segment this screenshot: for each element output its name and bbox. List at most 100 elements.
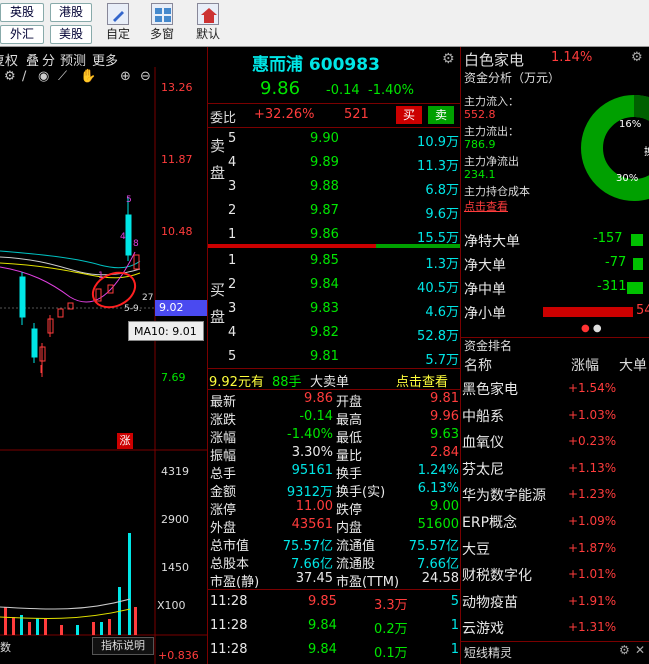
cost-link[interactable]: 点击查看 <box>464 198 508 214</box>
rank-title: 资金排名 <box>464 339 513 353</box>
rank-pct: +1.87% <box>568 540 617 555</box>
rank-row[interactable]: 云游戏 +1.31% <box>461 614 649 641</box>
tick-time: 11:28 <box>210 594 248 609</box>
btn-forex[interactable]: 外汇 <box>0 25 44 44</box>
ask-row[interactable]: 5 9.90 10.9万 <box>226 127 460 151</box>
rank-row[interactable]: 华为数字能源 +1.23% <box>461 481 649 508</box>
btn-us-stock[interactable]: 美股 <box>50 25 92 44</box>
rank-row[interactable]: 黑色家电 +1.54% <box>461 375 649 402</box>
indicator-help-button[interactable]: 指标说明 <box>92 637 154 655</box>
flow-bar <box>627 282 643 294</box>
stat-value: 1.24% <box>417 463 459 478</box>
donut-label-b: 30% <box>616 173 639 184</box>
stat-value: 9.00 <box>430 499 459 514</box>
stat-value: 51600 <box>417 517 459 532</box>
flow-label: 净大单 <box>464 258 506 274</box>
btn-hk-stock[interactable]: 港股 <box>50 3 92 22</box>
rank-row[interactable]: 芬太尼 +1.13% <box>461 455 649 482</box>
tool-default[interactable]: 默认 <box>188 3 228 42</box>
bid-list: 1 9.85 1.3万 2 9.84 40.5万 3 9.83 4.6万 4 9.82 52.8… <box>226 249 460 369</box>
chart-annot-27: 27 <box>142 293 154 303</box>
axis-label-min: 7.69 <box>161 371 186 384</box>
bid-row[interactable]: 1 9.85 1.3万 <box>226 249 460 273</box>
rank-pct: +1.54% <box>568 381 617 395</box>
quote-panel: 惠而浦 600983 ⚙ 9.86 -0.14 -1.40% 委比 +32.26… <box>208 47 461 664</box>
rank-list: 黑色家电 +1.54% 中船系 +1.03% 血氧仪 +0.23% 芬太尼 +1.13%… <box>461 375 649 641</box>
flow-row: 净中单 -311 <box>461 275 649 299</box>
cost-label: 主力持仓成本 <box>464 185 530 198</box>
tick-count: 1 <box>450 642 459 657</box>
flow-bar <box>633 258 643 270</box>
ask-list: 5 9.90 10.9万 4 9.89 11.3万 3 9.88 6.8万 2 9.87 9.6… <box>226 127 460 247</box>
flow-label: 净中单 <box>464 282 506 298</box>
sector-settings-icon[interactable]: ⚙ <box>631 50 643 65</box>
bid-volume: 52.8万 <box>417 329 459 344</box>
rank-pct: +1.31% <box>568 620 617 635</box>
col-name-header[interactable]: 名称 <box>464 355 492 375</box>
flow-value: -311 <box>597 279 627 294</box>
chart-annot-4: 4 <box>120 232 126 242</box>
bid-volume: 4.6万 <box>425 305 459 320</box>
quote-settings-icon[interactable]: ⚙ <box>442 51 455 67</box>
ask-row[interactable]: 4 9.89 11.3万 <box>226 151 460 175</box>
flow-row: 净大单 -77 <box>461 251 649 275</box>
stat-row: 外盘 43561 内盘 51600 <box>208 516 460 536</box>
tick-row: 11:28 9.85 3.3万 5 <box>208 590 460 614</box>
ask-row[interactable]: 2 9.87 9.6万 <box>226 199 460 223</box>
ma10-tooltip: MA10: 9.01 <box>128 321 204 341</box>
sell-button[interactable]: 卖 <box>428 106 454 124</box>
buy-button[interactable]: 买 <box>396 106 422 124</box>
rank-pct: +0.23% <box>568 434 617 449</box>
sector-name[interactable]: 白色家电 <box>464 49 524 70</box>
bid-row[interactable]: 3 9.83 4.6万 <box>226 297 460 321</box>
footer-close-icon[interactable]: ✕ <box>635 643 645 657</box>
outflow-value: 786.9 <box>464 138 496 151</box>
flow-value: -157 <box>593 231 623 246</box>
rank-row[interactable]: ERP概念 +1.09% <box>461 508 649 535</box>
tool-custom-label: 自定 <box>105 27 130 41</box>
bid-price: 9.85 <box>310 253 339 268</box>
tool-custom[interactable]: 自定 <box>98 3 138 42</box>
stock-code: 600983 <box>308 55 380 75</box>
donut-label-c: 换 <box>644 143 649 158</box>
rank-row[interactable]: 中船系 +1.03% <box>461 402 649 429</box>
bid-row[interactable]: 4 9.82 52.8万 <box>226 321 460 345</box>
kline-chart-panel[interactable]: 复权 叠 分 预测 更多 ⚙ ∕ ◉ ⟋ ✋ ⊕ ⊖ <box>0 47 208 664</box>
col-more-header[interactable]: 大单 <box>619 355 647 375</box>
rank-row[interactable]: 财税数字化 +1.01% <box>461 561 649 588</box>
bid-volume: 1.3万 <box>425 257 459 272</box>
big-order-volume: 88手 <box>272 375 302 390</box>
price-change: -0.14 <box>326 83 360 98</box>
ask-level: 2 <box>228 203 237 218</box>
tool-multi-label: 多窗 <box>149 27 174 41</box>
current-price-marker: 9.02 <box>155 300 207 316</box>
stat-value: 9.81 <box>430 391 459 406</box>
ask-row[interactable]: 3 9.88 6.8万 <box>226 175 460 199</box>
rank-row[interactable]: 血氧仪 +0.23% <box>461 428 649 455</box>
bid-price: 9.82 <box>310 325 339 340</box>
vol-axis-1: 4319 <box>161 465 189 478</box>
tick-price: 9.85 <box>308 594 337 609</box>
tick-volume: 0.1万 <box>374 646 408 661</box>
rank-pct: +1.91% <box>568 593 617 608</box>
bid-row[interactable]: 5 9.81 5.7万 <box>226 345 460 369</box>
stat-row: 总股本 7.66亿 流通股 7.66亿 <box>208 552 460 572</box>
tool-multiwindow[interactable]: 多窗 <box>140 3 184 42</box>
rank-row[interactable]: 动物疫苗 +1.91% <box>461 588 649 615</box>
page-dots[interactable]: ● ● <box>581 323 602 334</box>
stat-row: 金额 9312万 换手(实) 6.13% <box>208 480 460 500</box>
rank-row[interactable]: 大豆 +1.87% <box>461 535 649 562</box>
bid-level: 5 <box>228 349 237 364</box>
btn-uk-stock[interactable]: 英股 <box>0 3 44 22</box>
vol-axis-unit: X100 <box>157 599 186 612</box>
bid-price: 9.83 <box>310 301 339 316</box>
bid-row[interactable]: 2 9.84 40.5万 <box>226 273 460 297</box>
big-order-link[interactable]: 点击查看 <box>396 371 448 390</box>
last-price: 9.86 <box>260 78 301 99</box>
stat-row: 振幅 3.30% 量比 2.84 <box>208 444 460 464</box>
short-line-elf-tab[interactable]: 短线精灵 <box>464 644 512 661</box>
col-pct-header[interactable]: 涨幅 <box>571 355 599 375</box>
flow-row: 净小单 54 <box>461 299 649 323</box>
footer-settings-icon[interactable]: ⚙ <box>619 643 630 657</box>
sector-pct: 1.14% <box>551 50 593 65</box>
